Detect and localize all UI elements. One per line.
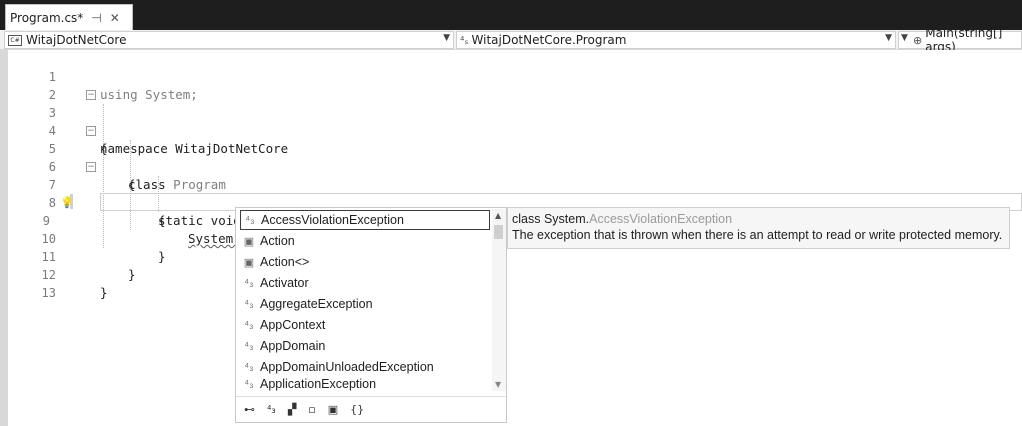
code-line: 1 using System; [0,50,1022,102]
completion-item-label: Activator [260,276,309,290]
document-tab-strip: Program.cs* ⊣ ✕ [0,0,1022,30]
tooltip-type-name: AccessViolationException [589,212,733,226]
code-line: 6 { [0,140,1022,192]
interface-filter-icon[interactable]: ▫ [308,403,315,416]
completion-scrollbar[interactable]: ▲ ▼ [492,209,506,391]
completion-filter-bar: ⊷ ⁴₃ ▞ ▫ ▣ {} [236,396,506,422]
collapse-icon[interactable]: − [86,90,96,100]
tooltip-prefix: class System. [512,212,590,226]
class-icon: ⁴₃ [244,298,254,310]
completion-item[interactable]: ⁴₃ ApplicationException [240,374,490,394]
chevron-down-icon: ▼ [885,33,892,43]
collapse-icon[interactable]: − [86,126,96,136]
completion-item[interactable]: ⁴₃ AccessViolationException [240,210,490,230]
project-name: WitajDotNetCore [26,33,127,47]
completion-item[interactable]: ⁴₃ Activator [240,273,490,293]
code-line: 4 { [0,104,1022,156]
type-dropdown[interactable]: ⁴ₛ WitajDotNetCore.Program ▼ [456,31,896,49]
line-number: 13 [41,286,56,300]
completion-item-label: AggregateException [260,297,373,311]
code-line: 3 − namespace WitajDotNetCore [0,86,1022,156]
class-icon: ⁴₃ [244,319,254,331]
tab-program-cs[interactable]: Program.cs* ⊣ ✕ [5,4,133,30]
code-line: 5 − class Program [0,122,1022,192]
tab-label: Program.cs* [10,10,84,25]
class-icon: ⁴₃ [244,277,254,289]
close-icon[interactable]: ✕ [110,11,120,25]
class-icon: ⁴₃ [245,214,255,226]
delegate-icon: ▣ [243,235,255,248]
class-icon: ⁴₃ [244,361,254,373]
code-line: 2 [0,68,1022,102]
navigation-bar: C# WitajDotNetCore ▼ ⁴ₛ WitajDotNetCore.… [0,26,1022,54]
project-dropdown[interactable]: C# WitajDotNetCore ▼ [4,31,454,49]
pin-icon[interactable]: ⊣ [91,11,101,25]
tooltip-description: The exception that is thrown when there … [512,228,1003,242]
completion-item-label: AppContext [260,318,326,332]
class-icon: ⁴₃ [244,378,254,390]
delegate-filter-icon[interactable]: ▣ [328,403,338,416]
completion-item-label: Action [260,234,295,248]
completion-item-label: AccessViolationException [261,213,404,227]
completion-item[interactable]: ⁴₃ AppContext [240,315,490,335]
class-filter-icon[interactable]: ⁴₃ [267,403,276,416]
extension-filter-icon[interactable]: ⊷ [244,403,255,416]
code-line: 7 − static void Main(string[] args) [0,158,1022,228]
scroll-down-icon[interactable]: ▼ [495,380,501,389]
code-line: 12 } [0,248,1022,300]
completion-item-label: ApplicationException [260,377,377,391]
scroll-up-icon[interactable]: ▲ [495,211,501,220]
method-icon: ⊕ [913,33,923,47]
namespace-filter-icon[interactable]: {} [350,403,364,416]
chevron-down-icon: ▼ [901,33,908,43]
completion-item[interactable]: ⁴₃ AppDomain [240,336,490,356]
code-line: 8 { [0,176,1022,228]
code-text: } [100,285,108,300]
type-name: WitajDotNetCore.Program [471,33,627,47]
completion-item[interactable]: ⁴₃ AggregateException [240,294,490,314]
tooltip-signature: class System.AccessViolationException [512,211,1005,227]
class-icon: ⁴ₛ [460,33,469,47]
class-icon: ⁴₃ [244,340,254,352]
completion-list[interactable]: ⁴₃ AccessViolationException ▣ Action ▣ A… [235,207,507,423]
chevron-down-icon: ▼ [443,33,450,43]
scrollbar-thumb[interactable] [494,225,503,239]
completion-item-label: Action<> [260,255,310,269]
quick-info-tooltip: class System.AccessViolationException Th… [507,207,1010,249]
completion-item-label: AppDomain [260,339,326,353]
collapse-icon[interactable]: − [86,162,96,172]
csharp-project-icon: C# [8,34,22,46]
completion-item[interactable]: ▣ Action [240,231,490,251]
completion-item[interactable]: ▣ Action<> [240,252,490,272]
delegate-icon: ▣ [243,256,255,269]
enum-filter-icon[interactable]: ▞ [288,403,296,416]
member-dropdown[interactable]: ▼ ⊕ Main(string[] args) [898,26,1022,54]
completion-item-label: AppDomainUnloadedException [260,360,434,374]
code-line: 13 [0,266,1022,300]
